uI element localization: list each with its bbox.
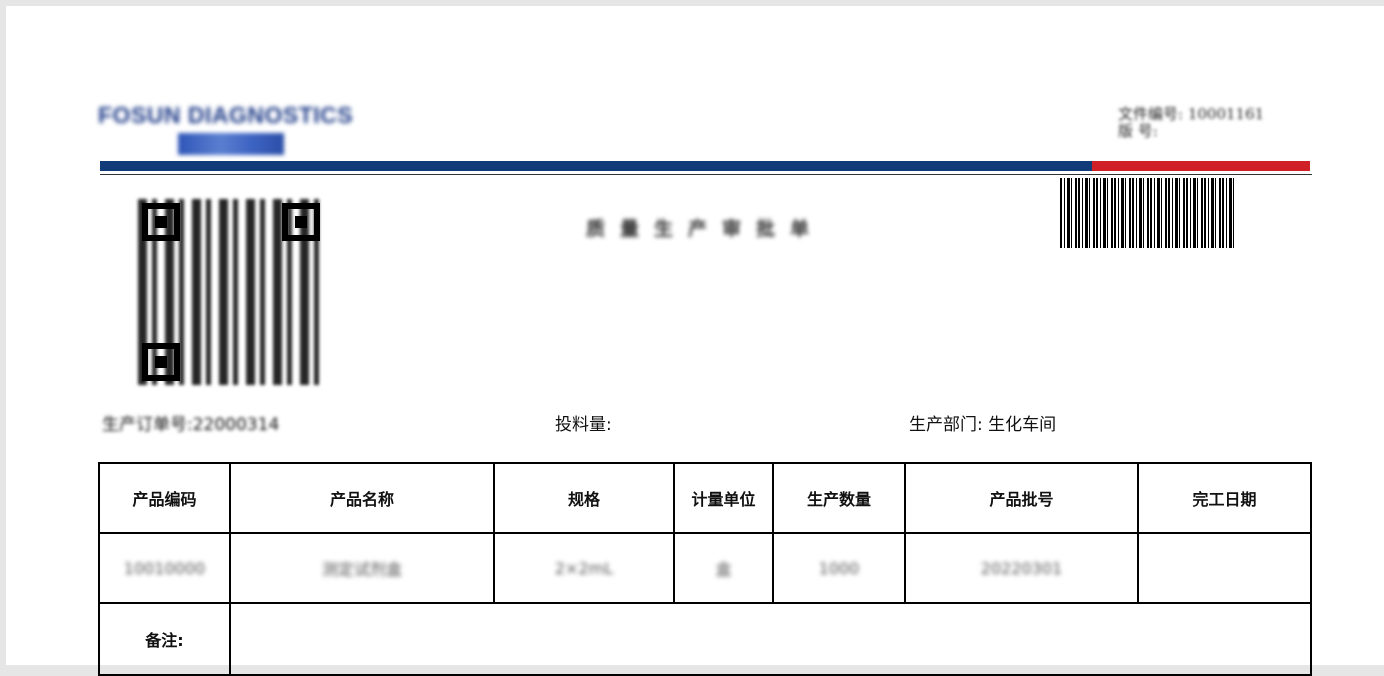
note-label: 备注: (98, 602, 231, 676)
product-table: 产品编码 产品名称 规格 计量单位 生产数量 产品批号 完工日期 1001000… (98, 462, 1312, 676)
barcode-icon (1060, 178, 1234, 248)
table-note-row: 备注: (98, 602, 1312, 676)
cell-product-name: 测定试剂盒 (229, 532, 495, 604)
cell-unit: 盒 (673, 532, 774, 604)
cell-product-code: 10010000 (98, 532, 231, 604)
header-product-code: 产品编码 (98, 462, 231, 534)
document-page: FOSUN DIAGNOSTICS 文件编号: 10001161 版 号: 质量… (6, 6, 1384, 676)
document-number: 文件编号: 10001161 (1118, 105, 1265, 123)
department-label: 生产部门: (909, 415, 983, 435)
qr-finder-bottom-left (142, 343, 180, 381)
feed-quantity-label: 投料量: (555, 415, 612, 435)
note-content (229, 602, 1312, 676)
document-version: 版 号: (1118, 122, 1158, 140)
header-unit: 计量单位 (673, 462, 774, 534)
qr-finder-top-left (142, 203, 180, 241)
logo-subtitle-block (178, 133, 284, 155)
header-batch-number: 产品批号 (904, 462, 1139, 534)
production-order-number: 生产订单号:22000314 (102, 415, 280, 435)
header-divider (100, 174, 1312, 175)
qr-finder-top-right (282, 203, 320, 241)
cell-batch-number: 20220301 (904, 532, 1139, 604)
cell-quantity: 1000 (772, 532, 906, 604)
header-completion-date: 完工日期 (1137, 462, 1312, 534)
table-header-row: 产品编码 产品名称 规格 计量单位 生产数量 产品批号 完工日期 (98, 462, 1312, 534)
header-quantity: 生产数量 (772, 462, 906, 534)
document-info: 文件编号: 10001161 版 号: (1118, 106, 1308, 140)
header-color-rule (100, 161, 1310, 171)
department-value: 生化车间 (988, 415, 1057, 435)
qr-code-icon (138, 199, 324, 385)
production-department: 生产部门: 生化车间 (909, 410, 1056, 435)
company-logo: FOSUN DIAGNOSTICS (98, 102, 368, 166)
header-specification: 规格 (493, 462, 675, 534)
header-rule-red (1092, 161, 1310, 171)
header-product-name: 产品名称 (229, 462, 495, 534)
document-title: 质量生产审批单 (586, 218, 825, 240)
logo-text: FOSUN DIAGNOSTICS (98, 102, 354, 128)
cell-completion-date (1137, 532, 1312, 604)
header-rule-blue (100, 161, 1092, 171)
table-row: 10010000 测定试剂盒 2×2mL 盒 1000 20220301 (98, 532, 1312, 604)
cell-specification: 2×2mL (493, 532, 675, 604)
